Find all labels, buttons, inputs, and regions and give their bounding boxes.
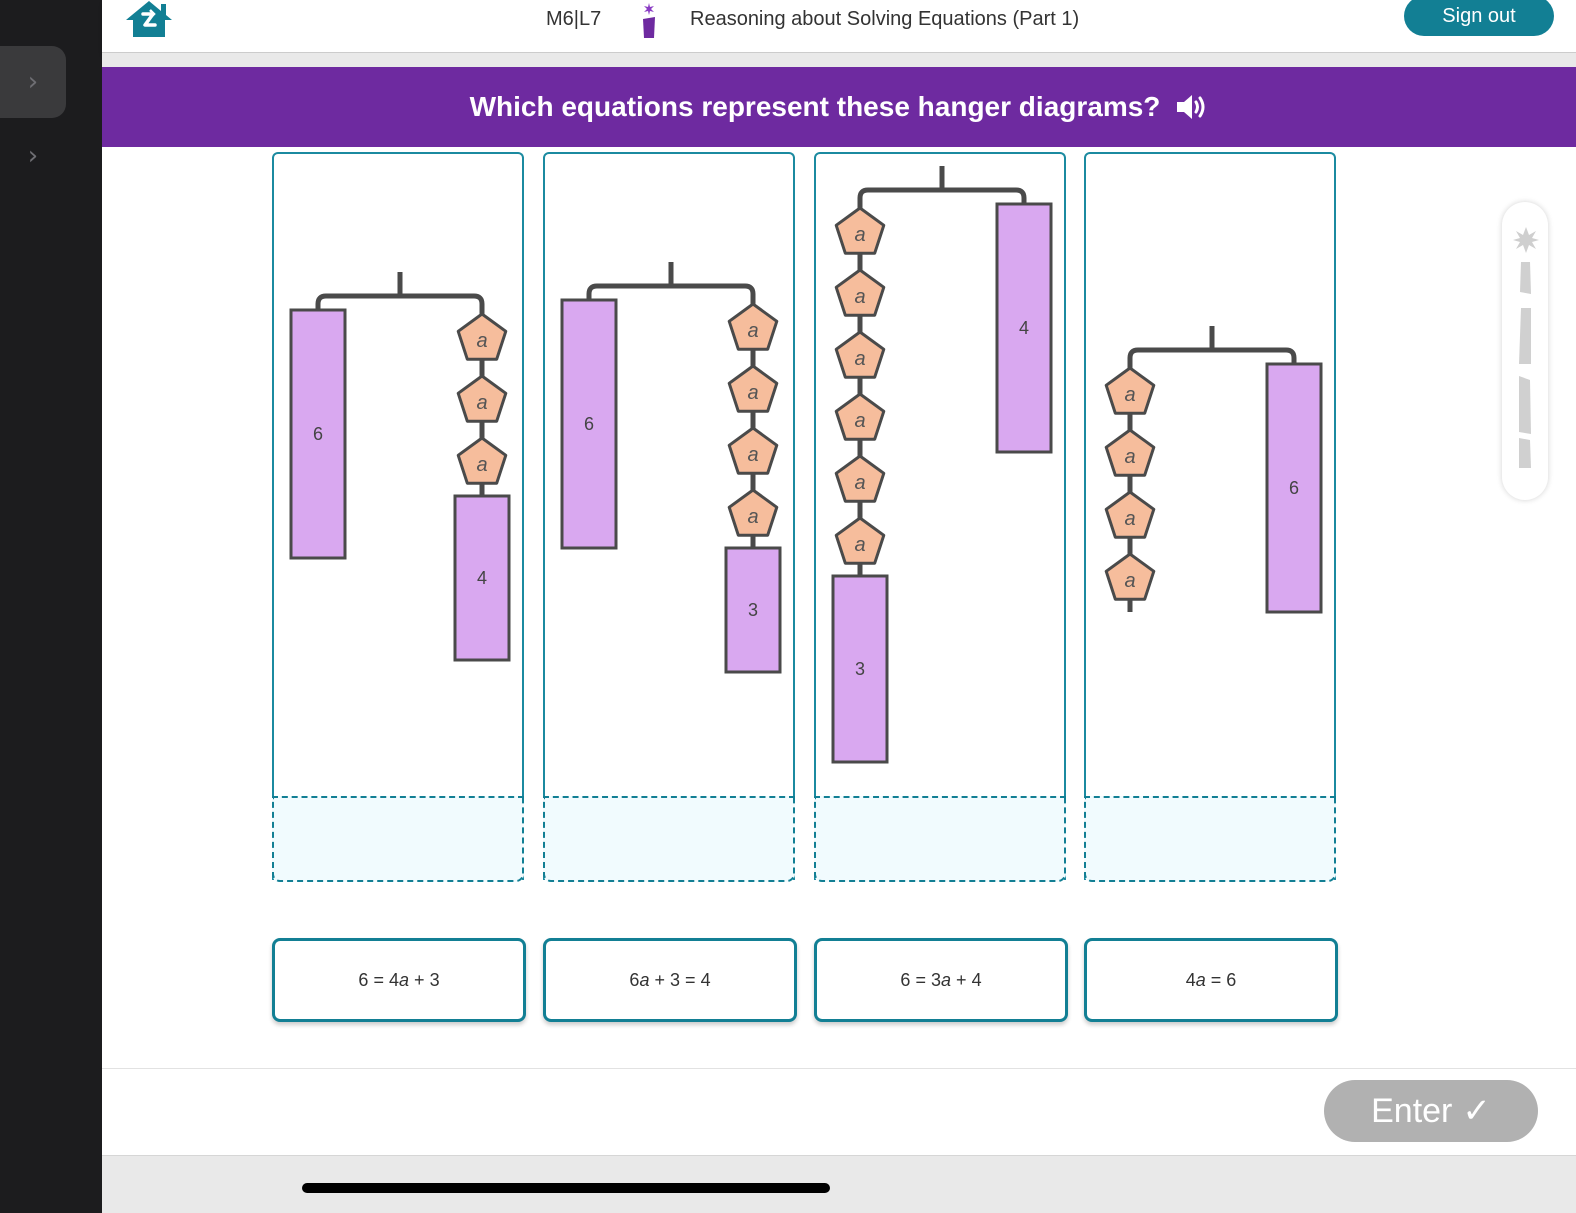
number-block-label: 3 [855,659,865,679]
hanger-diagram-2: 6 a a a a 3 [560,262,782,674]
hanger-diagram-1: 6 a a a 4 [289,272,511,662]
equation-card[interactable]: 6 = 4a + 3 [272,938,526,1022]
number-block-label: 4 [477,568,487,588]
progress-step [1519,438,1531,468]
footer-divider [102,1068,1576,1069]
variable-label: a [1124,508,1135,530]
progress-step [1519,308,1531,364]
variable-label: a [1124,384,1135,406]
number-block-label: 3 [748,600,758,620]
hanger-diagram-4: a a a a 6 [1104,326,1323,614]
variable-label: a [854,348,865,370]
progress-meter-graphic [1513,227,1539,468]
hanger-bar [586,283,756,300]
hanger-bar [315,293,485,310]
enter-label: Enter [1371,1091,1453,1130]
equation-card[interactable]: 6 = 3a + 4 [814,938,1068,1022]
variable-label: a [747,444,758,466]
number-block-label: 4 [1019,318,1029,338]
app-main: M6|L7 Reasoning about Solving Equations … [102,0,1576,1213]
enter-button[interactable]: Enter ✓ [1324,1080,1538,1142]
sidebar: › › [0,0,102,1212]
hanger-bar [1127,347,1297,364]
number-block-label: 6 [584,414,594,434]
variable-label: a [476,454,487,476]
variable-label: a [854,224,865,246]
variable-label: a [854,534,865,556]
equation-card-label: 4a = 6 [1185,969,1237,990]
hanger-panel-2: 6 a a a a 3 [543,152,795,882]
chevron-right-icon: › [27,141,39,171]
drop-zone-4[interactable] [1084,796,1336,882]
info-icon[interactable] [640,2,658,38]
sidebar-expand-button[interactable]: › [0,46,66,118]
variable-label: a [1124,446,1135,468]
variable-label: a [854,472,865,494]
sign-out-button[interactable]: Sign out [1404,0,1554,36]
starburst-icon [1513,227,1539,253]
check-icon: ✓ [1462,1092,1491,1130]
hanger-panel-4: a a a a 6 [1084,152,1336,882]
variable-label: a [854,410,865,432]
progress-meter [1502,202,1548,500]
equation-card[interactable]: 4a = 6 [1084,938,1338,1022]
lesson-code: M6|L7 [546,8,602,30]
drop-zone-1[interactable] [272,796,524,882]
number-block-label: 6 [1289,478,1299,498]
chevron-right-icon: › [27,67,39,97]
drop-zone-3[interactable] [814,796,1066,882]
variable-label: a [747,382,758,404]
variable-label: a [747,506,758,528]
equation-card-label: 6a + 3 = 4 [629,969,711,990]
drop-zone-2[interactable] [543,796,795,882]
progress-step [1520,262,1531,294]
variable-label: a [854,286,865,308]
variable-label: a [1124,570,1135,592]
lesson-title: Reasoning about Solving Equations (Part … [690,8,1080,30]
variable-label: a [476,330,487,352]
header-divider [102,53,1576,67]
number-block-label: 6 [313,424,323,444]
sidebar-next-button[interactable]: › [0,120,66,192]
home-icon[interactable] [124,0,174,38]
question-banner: Which equations represent these hanger d… [102,67,1576,147]
equation-card[interactable]: 6a + 3 = 4 [543,938,797,1022]
progress-step [1519,376,1531,434]
variable-label: a [747,320,758,342]
home-indicator [302,1183,830,1193]
hanger-panel-3: a a a a a a 3 4 [814,152,1066,882]
variable-label: a [476,392,487,414]
hanger-bar [857,187,1027,204]
hanger-diagram-3: a a a a a a 3 4 [831,166,1053,764]
question-prompt: Which equations represent these hanger d… [469,91,1161,122]
top-bar: M6|L7 Reasoning about Solving Equations … [102,0,1576,53]
hanger-panel-1: 6 a a a 4 [272,152,524,882]
equation-card-label: 6 = 4a + 3 [358,969,440,990]
speaker-icon[interactable] [1174,92,1208,122]
equation-card-label: 6 = 3a + 4 [900,969,982,990]
